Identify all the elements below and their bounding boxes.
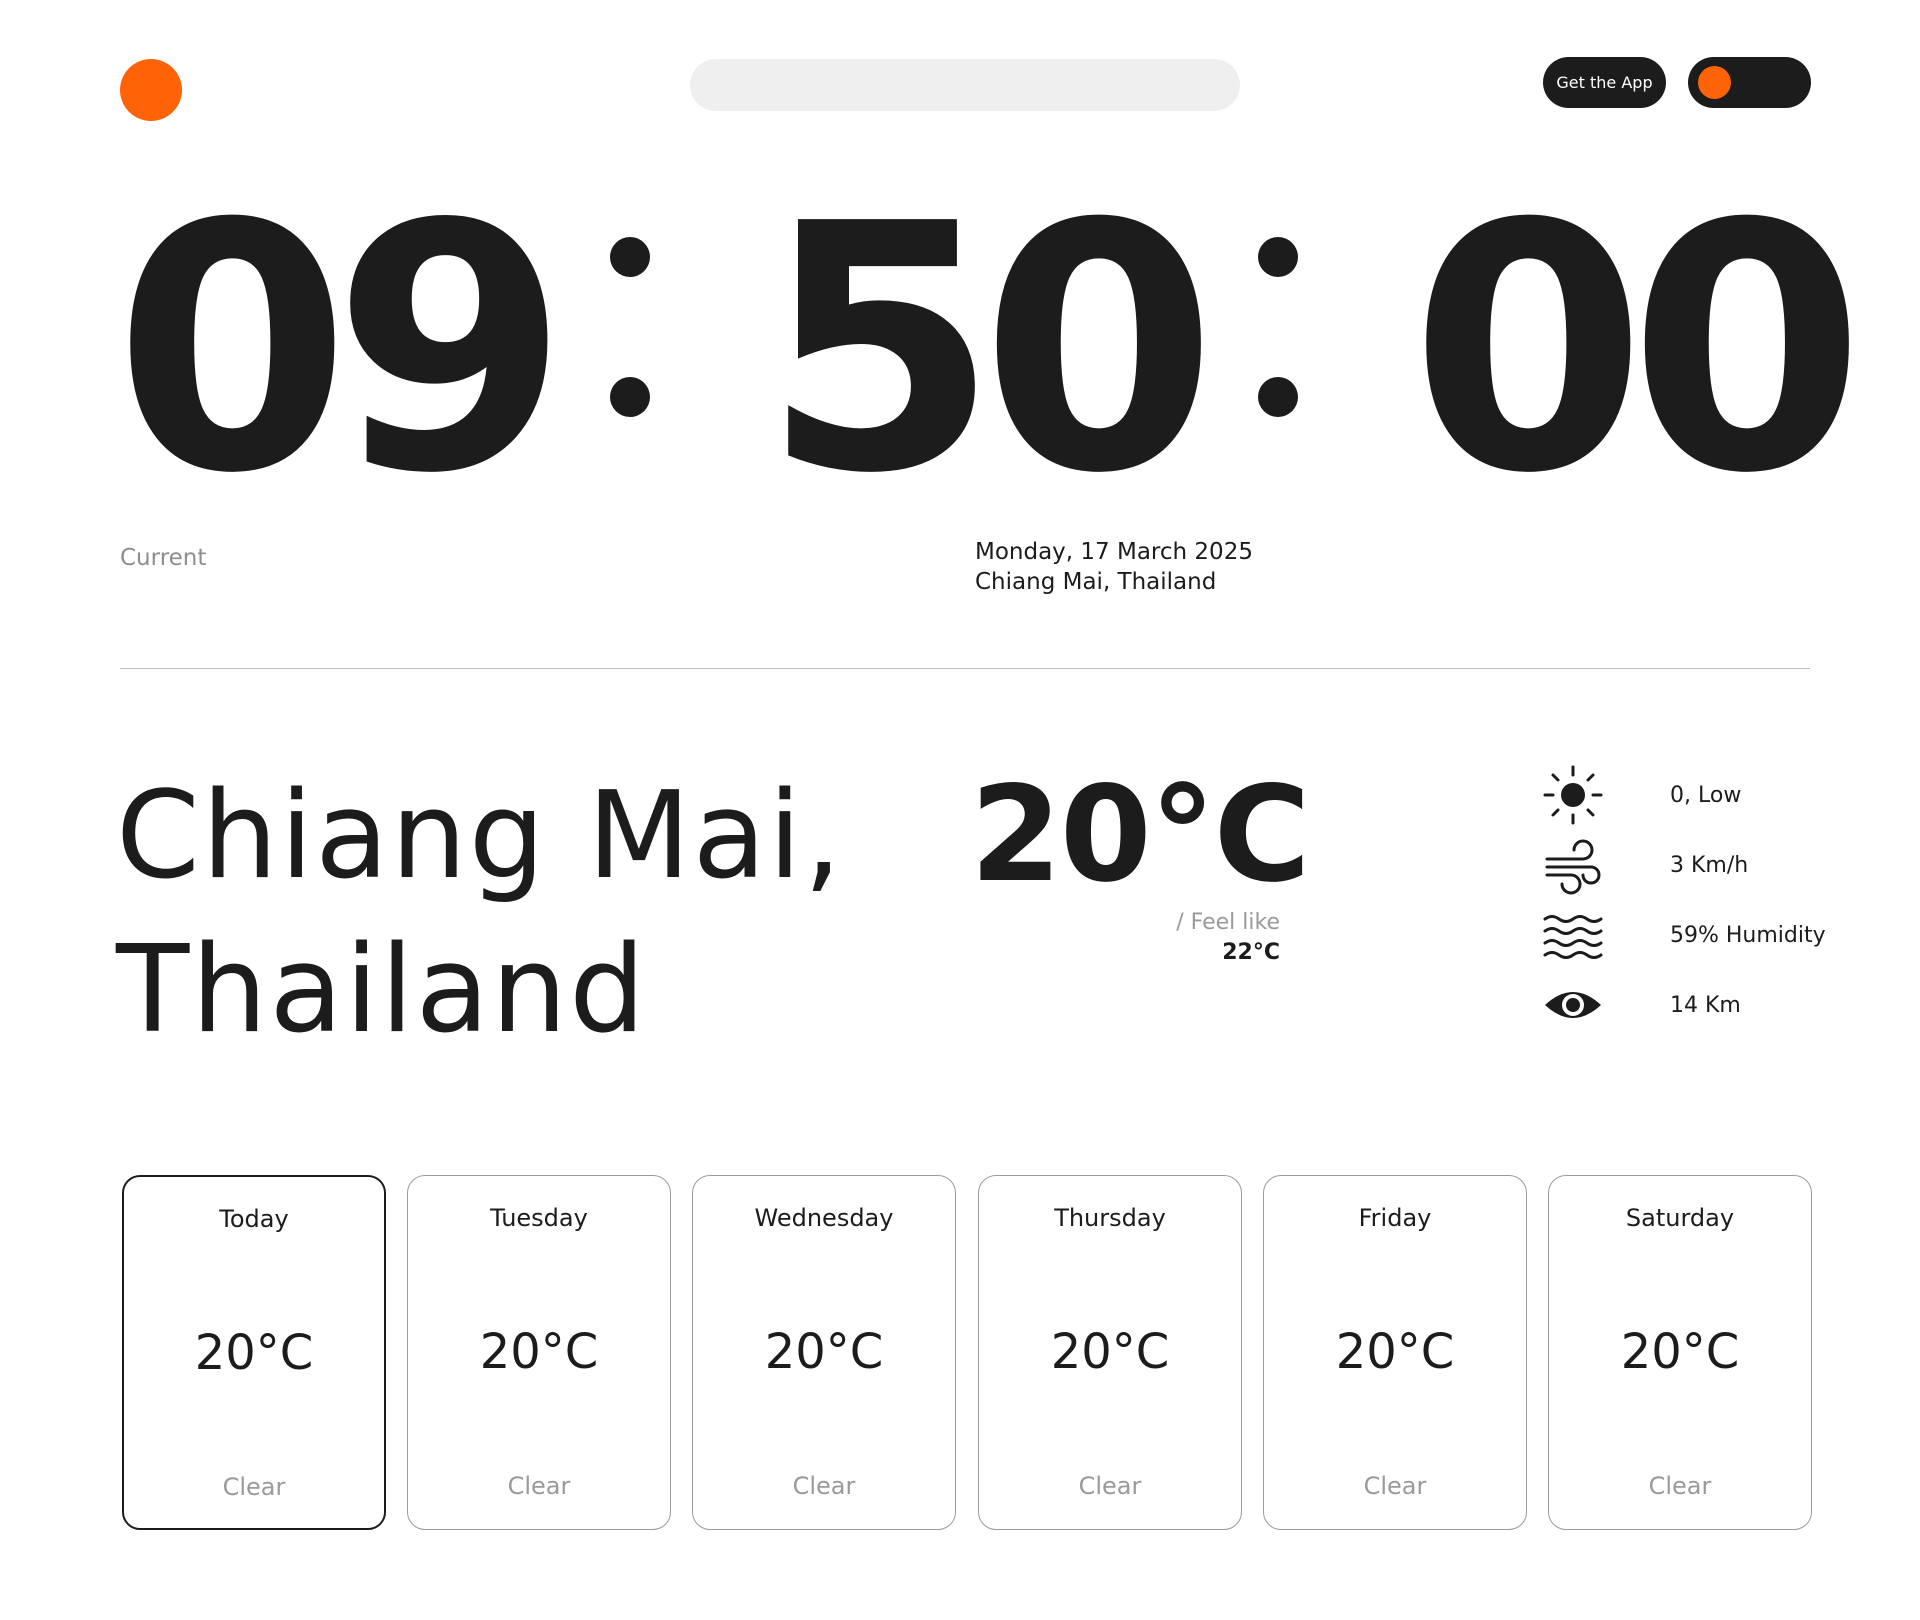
humidity-value: 59% Humidity [1670, 922, 1826, 948]
theme-toggle[interactable] [1688, 57, 1811, 108]
forecast-day: Saturday [1625, 1204, 1735, 1232]
wind-value: 3 Km/h [1670, 852, 1749, 878]
divider [120, 668, 1810, 669]
forecast-card-saturday[interactable]: Saturday 20°C Clear [1548, 1175, 1812, 1530]
uv-index-row: 0, Low [1540, 765, 1820, 825]
humidity-row: 59% Humidity [1540, 902, 1826, 968]
location-text: Chiang Mai, Thailand [975, 569, 1217, 595]
forecast-day: Friday [1358, 1204, 1432, 1232]
forecast-condition: Clear [1648, 1472, 1712, 1500]
current-label: Current [120, 545, 207, 571]
forecast-temp: 20°C [1620, 1324, 1740, 1380]
city-name: Chiang Mai, Thailand [116, 760, 844, 1068]
clock-colon-dot [610, 377, 650, 417]
feel-like-label: / Feel like [1176, 910, 1280, 935]
forecast-condition: Clear [507, 1472, 571, 1500]
forecast-card-wednesday[interactable]: Wednesday 20°C Clear [692, 1175, 956, 1530]
forecast-temp: 20°C [1050, 1324, 1170, 1380]
forecast-temp: 20°C [194, 1325, 314, 1381]
sun-icon [1540, 762, 1606, 828]
forecast-day: Today [219, 1205, 289, 1233]
feel-like-value: 22°C [1222, 940, 1280, 965]
forecast-cards: Today 20°C Clear Tuesday 20°C Clear Wedn… [122, 1175, 1812, 1530]
uv-index-value: 0, Low [1670, 782, 1742, 808]
clock-colon-dot [1258, 237, 1298, 277]
waves-icon [1540, 902, 1606, 968]
clock-seconds: 00 [1410, 152, 1865, 548]
search-input[interactable] [690, 59, 1240, 111]
forecast-day: Thursday [1054, 1204, 1166, 1232]
forecast-card-tuesday[interactable]: Tuesday 20°C Clear [407, 1175, 671, 1530]
wind-icon [1540, 832, 1606, 898]
logo-dot[interactable] [120, 59, 182, 121]
forecast-temp: 20°C [764, 1324, 884, 1380]
clock-colon-dot [610, 237, 650, 277]
visibility-value: 14 Km [1670, 992, 1741, 1018]
forecast-temp: 20°C [479, 1324, 599, 1380]
toggle-knob-icon [1698, 66, 1731, 99]
forecast-card-thursday[interactable]: Thursday 20°C Clear [978, 1175, 1242, 1530]
forecast-condition: Clear [222, 1473, 286, 1501]
digital-clock: 09 50 00 [114, 152, 1865, 548]
current-temperature: 20°C [970, 758, 1311, 912]
clock-minutes: 50 [762, 152, 1217, 548]
date-text: Monday, 17 March 2025 [975, 539, 1253, 565]
wind-row: 3 Km/h [1540, 835, 1820, 895]
city-line: Chiang Mai, [116, 767, 844, 906]
clock-hours: 09 [114, 152, 569, 548]
forecast-condition: Clear [792, 1472, 856, 1500]
forecast-card-friday[interactable]: Friday 20°C Clear [1263, 1175, 1527, 1530]
forecast-temp: 20°C [1335, 1324, 1455, 1380]
forecast-day: Tuesday [490, 1204, 588, 1232]
eye-icon [1540, 972, 1606, 1038]
clock-colon-dot [1258, 377, 1298, 417]
country-line: Thailand [116, 921, 648, 1060]
date-location: Monday, 17 March 2025 Chiang Mai, Thaila… [975, 537, 1253, 597]
forecast-condition: Clear [1078, 1472, 1142, 1500]
forecast-condition: Clear [1363, 1472, 1427, 1500]
forecast-day: Wednesday [754, 1204, 894, 1232]
get-app-button[interactable]: Get the App [1543, 57, 1666, 108]
forecast-card-today[interactable]: Today 20°C Clear [122, 1175, 386, 1530]
visibility-row: 14 Km [1540, 975, 1820, 1035]
